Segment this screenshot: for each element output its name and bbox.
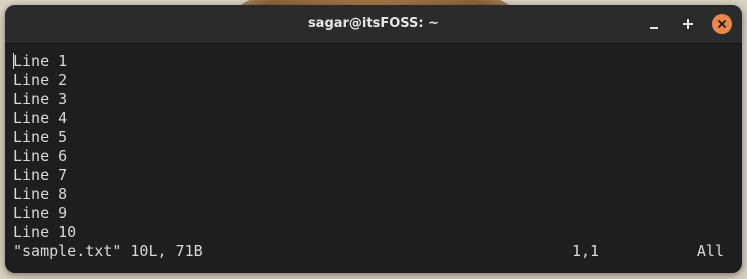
buffer-line-text: Line 1 bbox=[13, 52, 68, 70]
buffer-line: Line 3 bbox=[13, 90, 68, 108]
vim-status-line: "sample.txt" 10L, 71B 1,1 All bbox=[13, 242, 724, 261]
buffer-line: Line 9 bbox=[13, 204, 68, 222]
minimize-icon bbox=[650, 27, 658, 29]
buffer-line: Line 5 bbox=[13, 128, 68, 146]
buffer-line: Line 1 bbox=[13, 52, 742, 71]
terminal-content[interactable]: Line 1 Line 2 Line 3 Line 4 Line 5 Line … bbox=[5, 44, 742, 273]
buffer-line: Line 8 bbox=[13, 185, 68, 203]
title-bar[interactable]: sagar@itsFOSS: ~ bbox=[5, 5, 742, 44]
buffer-line: Line 2 bbox=[13, 71, 68, 89]
file-info: "sample.txt" 10L, 71B bbox=[13, 242, 203, 260]
terminal-window: sagar@itsFOSS: ~ Line 1 Line 2 Line 3 Li… bbox=[5, 5, 742, 273]
buffer-line: Line 10 bbox=[13, 223, 77, 241]
plus-icon bbox=[683, 19, 693, 29]
minimize-button[interactable] bbox=[644, 14, 664, 34]
window-title: sagar@itsFOSS: ~ bbox=[307, 16, 440, 31]
window-controls bbox=[644, 5, 732, 43]
buffer-line: Line 4 bbox=[13, 109, 68, 127]
close-icon bbox=[717, 19, 727, 29]
maximize-button[interactable] bbox=[678, 14, 698, 34]
close-button[interactable] bbox=[712, 14, 732, 34]
scroll-indicator: All bbox=[696, 242, 724, 260]
buffer-line: Line 7 bbox=[13, 166, 68, 184]
cursor-position: 1,1 bbox=[572, 242, 600, 260]
buffer-line: Line 6 bbox=[13, 147, 68, 165]
